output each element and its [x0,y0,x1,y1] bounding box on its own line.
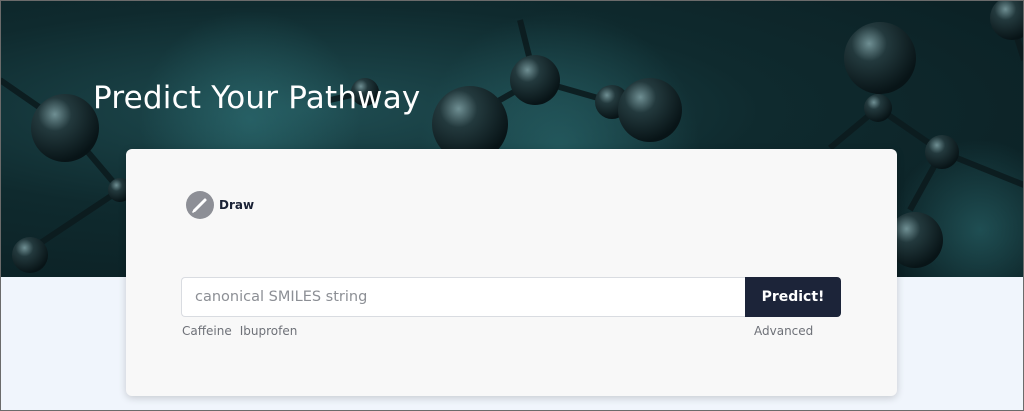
predict-button[interactable]: Predict! [745,277,841,317]
pencil-icon [186,191,214,219]
example-caffeine-link[interactable]: Caffeine [182,324,232,338]
advanced-link[interactable]: Advanced [754,324,813,338]
draw-label: Draw [219,198,255,212]
smiles-input[interactable] [181,277,745,317]
example-molecules: Caffeine Ibuprofen [182,324,297,338]
draw-button[interactable]: Draw [186,191,254,219]
page-title: Predict Your Pathway [93,80,421,116]
example-ibuprofen-link[interactable]: Ibuprofen [240,324,298,338]
prediction-card: Draw Predict! Caffeine Ibuprofen Advance… [126,149,897,396]
smiles-search-row: Predict! [181,277,841,317]
